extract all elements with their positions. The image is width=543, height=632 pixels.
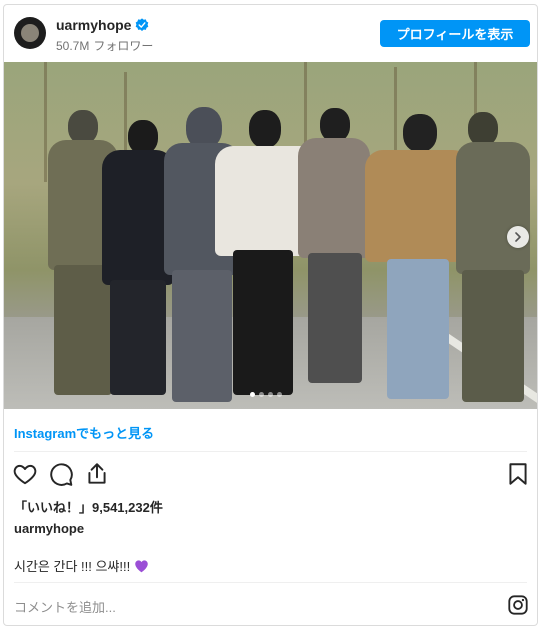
instagram-icon[interactable] xyxy=(507,594,529,616)
carousel-next-button[interactable] xyxy=(507,226,529,248)
divider xyxy=(14,451,527,452)
purple-heart-icon xyxy=(135,559,148,572)
chevron-right-icon xyxy=(515,232,521,242)
follower-count: 50.7M フォロワー xyxy=(56,39,154,53)
caption-text: 시간은 간다 !!! 으쌰!!! xyxy=(14,559,131,574)
comment-input[interactable] xyxy=(14,597,474,617)
caption-username[interactable]: uarmyhope xyxy=(14,521,84,536)
header-username[interactable]: uarmyhope xyxy=(56,17,131,33)
caption: 시간은 간다 !!! 으쌰!!! xyxy=(14,556,149,575)
like-count[interactable]: 「いいね！」9,541,232件 xyxy=(14,497,163,516)
verified-badge-icon xyxy=(135,18,149,31)
carousel-dots xyxy=(250,392,282,397)
avatar[interactable] xyxy=(14,17,46,49)
post-photo[interactable] xyxy=(4,62,537,409)
bookmark-icon[interactable] xyxy=(505,461,531,487)
heart-icon[interactable] xyxy=(12,461,38,487)
comment-icon[interactable] xyxy=(48,461,74,487)
post-header: uarmyhope 50.7M フォロワー プロフィールを表示 xyxy=(4,5,537,62)
divider xyxy=(14,582,527,583)
share-icon[interactable] xyxy=(84,461,110,487)
view-more-on-instagram-link[interactable]: Instagramでもっと見る xyxy=(14,423,154,442)
instagram-embed-card: uarmyhope 50.7M フォロワー プロフィールを表示 Instagra… xyxy=(3,4,538,626)
view-profile-button[interactable]: プロフィールを表示 xyxy=(380,20,530,47)
